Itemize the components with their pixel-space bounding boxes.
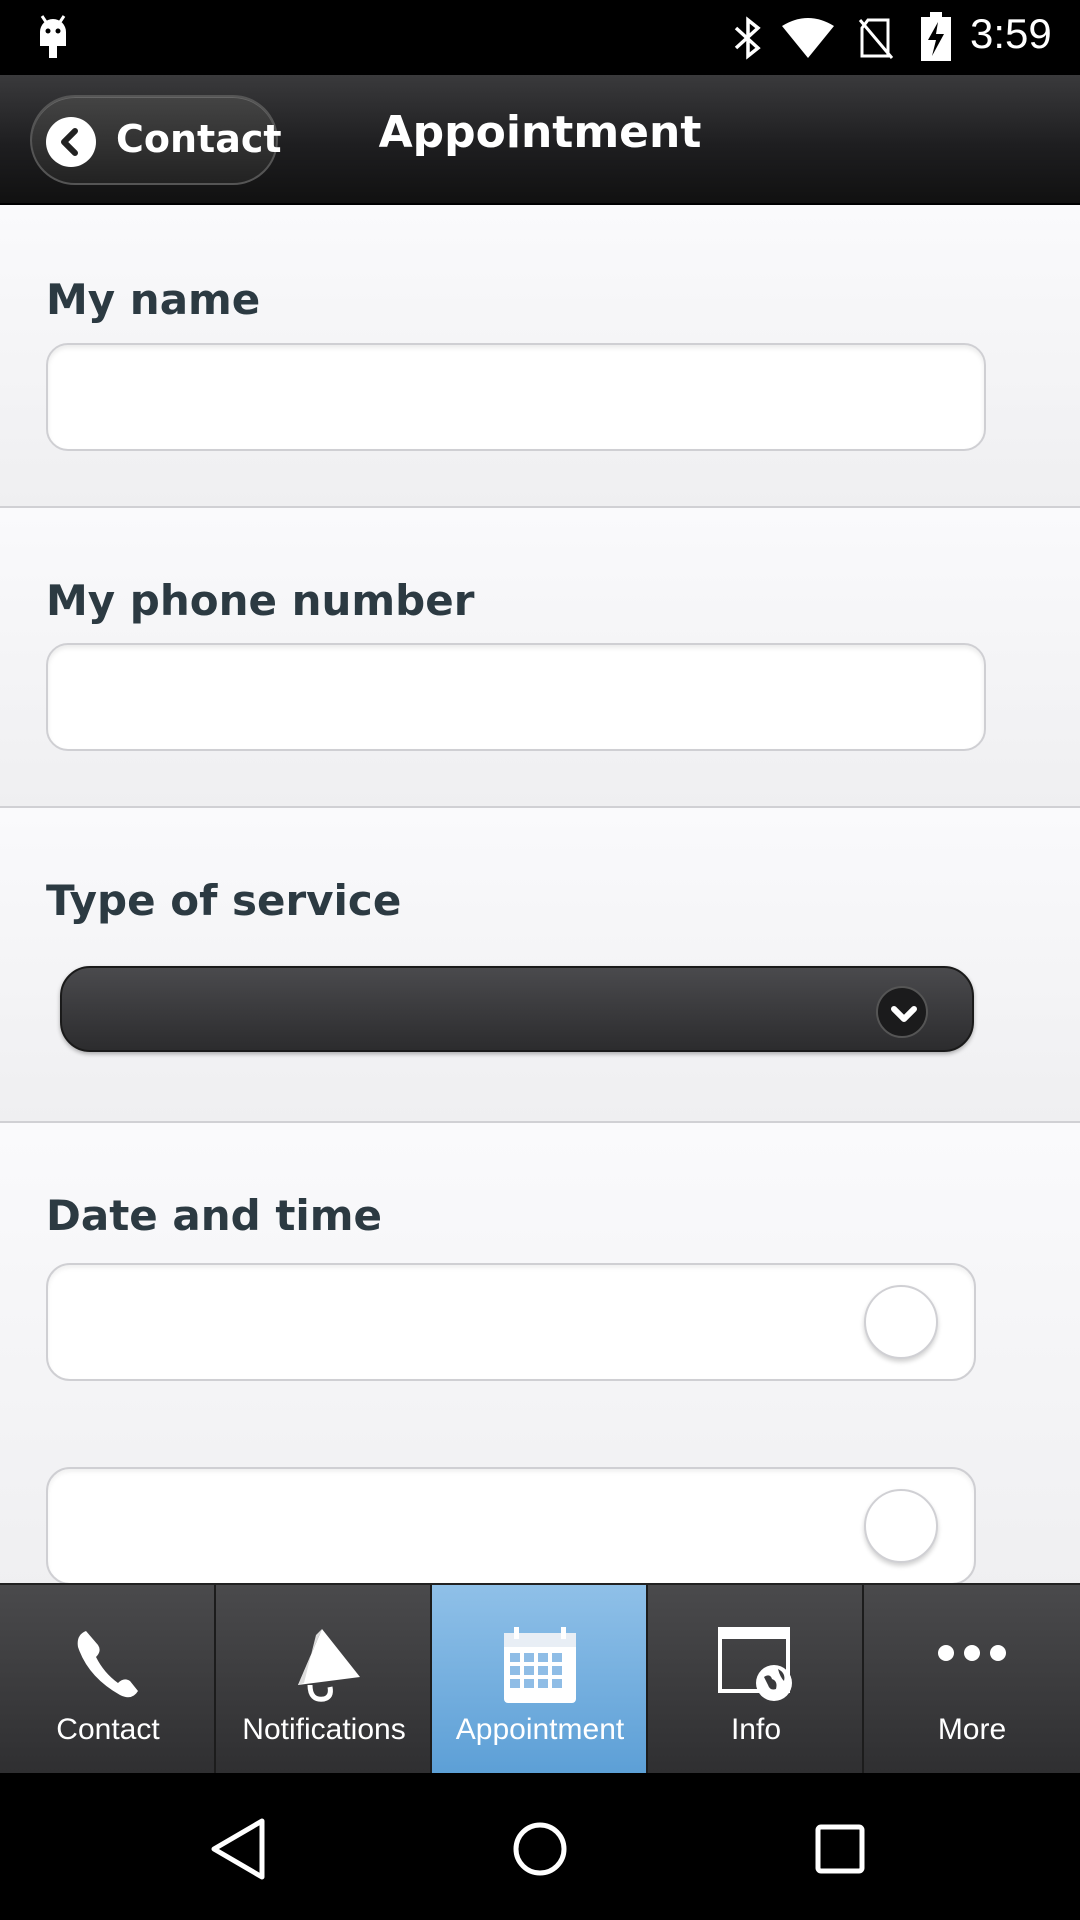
- info-globe-icon: [718, 1627, 792, 1701]
- tab-label: Notifications: [242, 1713, 406, 1746]
- battery-charging-icon: [921, 12, 951, 61]
- app-header: Contact Appointment: [0, 75, 1080, 205]
- phone-input[interactable]: [46, 643, 986, 751]
- phone-icon: [77, 1631, 138, 1698]
- bottom-tab-bar: Contact Notifications Appointment Info M…: [0, 1583, 1080, 1775]
- android-debug-icon: [40, 15, 66, 58]
- home-nav-icon[interactable]: [500, 1809, 580, 1889]
- back-nav-icon[interactable]: [200, 1809, 280, 1889]
- name-label: My name: [46, 275, 261, 324]
- system-nav-bar: [0, 1773, 1080, 1920]
- datetime-section: Date and time: [0, 1123, 1080, 1583]
- more-dots-icon: [938, 1645, 1006, 1661]
- chevron-down-icon: [876, 986, 928, 1038]
- page-title: Appointment: [378, 107, 702, 158]
- tab-more[interactable]: More: [864, 1585, 1080, 1775]
- tab-label: Appointment: [455, 1713, 625, 1746]
- time-input[interactable]: [46, 1467, 976, 1583]
- phone-section: My phone number: [0, 508, 1080, 808]
- status-bar: 3:59: [0, 0, 1080, 75]
- datetime-label: Date and time: [46, 1191, 383, 1240]
- time-picker-toggle[interactable]: [864, 1489, 938, 1563]
- tab-label: Contact: [56, 1713, 160, 1746]
- tab-appointment[interactable]: Appointment: [432, 1585, 648, 1775]
- bluetooth-icon: [734, 16, 761, 60]
- tab-notifications[interactable]: Notifications: [216, 1585, 432, 1775]
- wifi-icon: [782, 18, 834, 58]
- phone-label: My phone number: [46, 576, 475, 625]
- service-section: Type of service: [0, 808, 1080, 1123]
- name-input[interactable]: [46, 343, 986, 451]
- calendar-icon: [504, 1627, 576, 1703]
- tab-label: More: [937, 1713, 1007, 1746]
- tab-contact[interactable]: Contact: [0, 1585, 216, 1775]
- name-section: My name: [0, 205, 1080, 508]
- no-sim-icon: [858, 18, 894, 59]
- appointment-form: My name My phone number Type of service …: [0, 205, 1080, 1583]
- tab-info[interactable]: Info: [648, 1585, 864, 1775]
- megaphone-icon: [298, 1629, 360, 1702]
- date-picker-toggle[interactable]: [864, 1285, 938, 1359]
- tab-label: Info: [730, 1713, 782, 1746]
- recents-nav-icon[interactable]: [800, 1809, 880, 1889]
- status-clock: 3:59: [970, 10, 1052, 57]
- service-select[interactable]: [60, 966, 974, 1052]
- service-label: Type of service: [46, 876, 402, 925]
- date-input[interactable]: [46, 1263, 976, 1381]
